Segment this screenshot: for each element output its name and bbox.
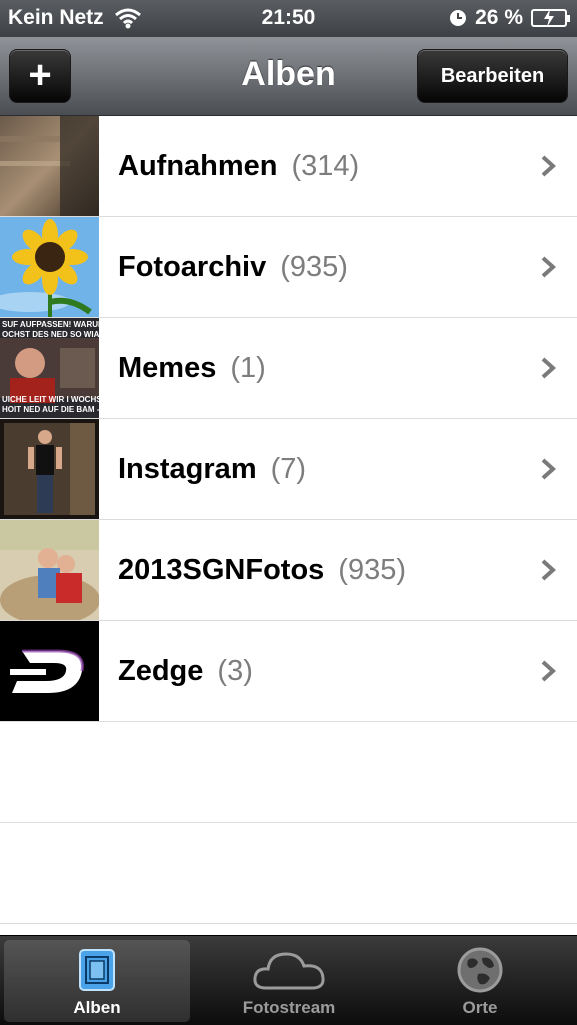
edit-button[interactable]: Bearbeiten bbox=[417, 49, 568, 103]
meme-caption-bottom-2: HOIT NED AUF DIE BAM - bbox=[2, 405, 99, 414]
tab-fotostream[interactable]: Fotostream bbox=[196, 940, 382, 1022]
album-row-aufnahmen[interactable]: Aufnahmen (314) bbox=[0, 116, 577, 217]
globe-icon bbox=[387, 944, 573, 996]
status-bar: Kein Netz 21:50 26 % bbox=[0, 0, 577, 37]
album-title: Zedge (3) bbox=[118, 621, 253, 721]
album-thumbnail bbox=[0, 217, 99, 317]
album-list: Aufnahmen (314) Fotoarchiv (935) SUF AUF… bbox=[0, 116, 577, 924]
album-count: (1) bbox=[230, 352, 266, 384]
chevron-right-icon bbox=[541, 660, 556, 682]
meme-caption-bottom: UICHE LEIT WIR I WOCHS bbox=[2, 395, 99, 404]
chevron-right-icon bbox=[541, 256, 556, 278]
album-thumbnail bbox=[0, 520, 99, 620]
album-name: 2013SGNFotos bbox=[118, 554, 325, 586]
cloud-icon bbox=[196, 944, 382, 996]
album-count: (935) bbox=[280, 251, 348, 283]
album-row-zedge[interactable]: Zedge (3) bbox=[0, 621, 577, 722]
album-count: (935) bbox=[338, 554, 406, 586]
tab-label: Fotostream bbox=[242, 998, 336, 1017]
album-title: Memes (1) bbox=[118, 318, 266, 418]
album-name: Fotoarchiv bbox=[118, 251, 267, 283]
chevron-right-icon bbox=[541, 458, 556, 480]
chevron-right-icon bbox=[541, 559, 556, 581]
album-thumbnail bbox=[0, 419, 99, 519]
tab-orte[interactable]: Orte bbox=[387, 940, 573, 1022]
album-name: Instagram bbox=[118, 453, 257, 485]
album-count: (3) bbox=[217, 655, 253, 687]
battery-icon bbox=[531, 9, 570, 27]
album-title: Aufnahmen (314) bbox=[118, 116, 359, 216]
empty-row bbox=[0, 823, 577, 924]
battery-percent: 26 % bbox=[475, 6, 523, 29]
empty-row bbox=[0, 722, 577, 823]
album-name: Aufnahmen bbox=[118, 150, 278, 182]
album-name: Memes bbox=[118, 352, 217, 384]
album-thumbnail bbox=[0, 621, 99, 721]
album-count: (7) bbox=[270, 453, 307, 485]
status-right: 26 % bbox=[449, 6, 570, 30]
album-title: 2013SGNFotos (935) bbox=[118, 520, 406, 620]
album-title: Fotoarchiv (935) bbox=[118, 217, 348, 317]
album-count: (314) bbox=[291, 150, 360, 182]
album-thumbnail bbox=[0, 116, 99, 216]
album-row-instagram[interactable]: Instagram (7) bbox=[0, 419, 577, 520]
meme-caption-top-2: OCHST DES NED SO WIA bbox=[2, 330, 99, 339]
tab-label: Orte bbox=[462, 998, 498, 1017]
chevron-right-icon bbox=[541, 155, 556, 177]
album-row-fotoarchiv[interactable]: Fotoarchiv (935) bbox=[0, 217, 577, 318]
album-name: Zedge bbox=[118, 655, 204, 687]
albums-icon bbox=[4, 944, 190, 996]
tab-bar: Alben Fotostream Orte bbox=[0, 935, 577, 1025]
album-thumbnail: SUF AUFPASSEN! WARUM OCHST DES NED SO WI… bbox=[0, 318, 99, 418]
album-row-memes[interactable]: SUF AUFPASSEN! WARUM OCHST DES NED SO WI… bbox=[0, 318, 577, 419]
album-row-2013sgnfotos[interactable]: 2013SGNFotos (935) bbox=[0, 520, 577, 621]
album-title: Instagram (7) bbox=[118, 419, 306, 519]
chevron-right-icon bbox=[541, 357, 556, 379]
meme-caption-top: SUF AUFPASSEN! WARUM bbox=[2, 320, 99, 329]
tab-alben[interactable]: Alben bbox=[4, 940, 190, 1022]
tab-label: Alben bbox=[73, 998, 121, 1017]
alarm-icon bbox=[450, 10, 467, 26]
navigation-bar: + Alben Bearbeiten bbox=[0, 37, 577, 116]
